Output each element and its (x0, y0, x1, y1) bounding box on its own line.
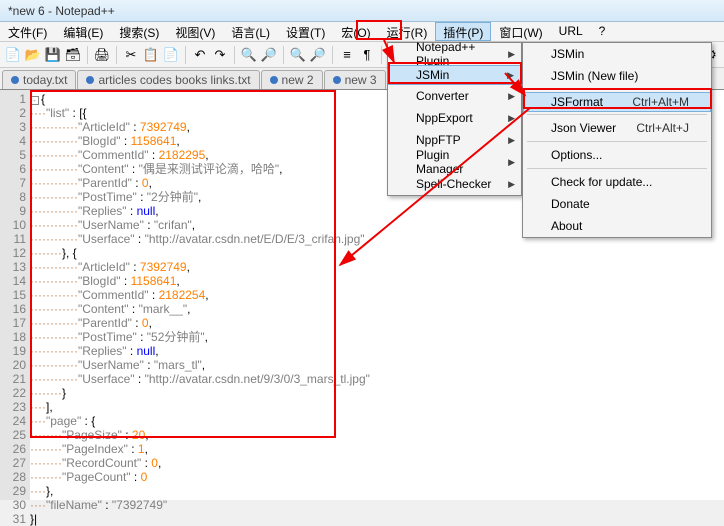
copy-icon[interactable]: 📋 (142, 46, 160, 64)
tab-status-icon (86, 76, 94, 84)
label: Check for update... (551, 175, 652, 189)
find-icon[interactable]: 🔍 (240, 46, 258, 64)
label: Converter (416, 89, 469, 103)
menu-donate[interactable]: Donate (523, 193, 711, 215)
menu-options[interactable]: Options... (523, 144, 711, 166)
redo-icon[interactable]: ↷ (211, 46, 229, 64)
label: About (551, 219, 582, 233)
label: JSMin (New file) (551, 69, 638, 83)
open-file-icon[interactable]: 📂 (24, 46, 42, 64)
menu-search[interactable]: 搜索(S) (111, 22, 167, 41)
menu-window[interactable]: 窗口(W) (491, 22, 550, 41)
menu-jsmin-cmd[interactable]: JSMin (523, 43, 711, 65)
menu-edit[interactable]: 编辑(E) (55, 22, 111, 41)
menu-npp-plugin[interactable]: Notepad++ Plugin ▶ (388, 43, 521, 65)
label: NppExport (416, 111, 473, 125)
menu-bar: 文件(F) 编辑(E) 搜索(S) 视图(V) 语言(L) 设置(T) 宏(O)… (0, 22, 724, 42)
paste-icon[interactable]: 📄 (162, 46, 180, 64)
separator (527, 168, 707, 169)
label: Json Viewer (551, 121, 616, 135)
new-file-icon[interactable]: 📄 (4, 46, 22, 64)
menu-view[interactable]: 视图(V) (167, 22, 223, 41)
menu-macro[interactable]: 宏(O) (333, 22, 378, 41)
menu-lang[interactable]: 语言(L) (223, 22, 278, 41)
tab-label: today.txt (23, 73, 67, 87)
shortcut: Ctrl+Alt+J (616, 121, 689, 135)
separator (527, 141, 707, 142)
label: JSFormat (551, 95, 603, 109)
tab-today[interactable]: today.txt (2, 70, 76, 89)
showall-icon[interactable]: ¶ (358, 46, 376, 64)
window-title: *new 6 - Notepad++ (0, 0, 724, 22)
label: NppFTP (416, 133, 461, 147)
wordwrap-icon[interactable]: ≡ (338, 46, 356, 64)
tab-status-icon (270, 76, 278, 84)
chevron-right-icon: ▶ (508, 157, 515, 168)
menu-converter[interactable]: Converter ▶ (388, 85, 521, 107)
menu-jsmin[interactable]: JSMin ▶ (388, 65, 521, 85)
separator (527, 114, 707, 115)
menu-nppexport[interactable]: NppExport ▶ (388, 107, 521, 129)
tab-new3[interactable]: new 3 (324, 70, 386, 89)
tab-label: new 3 (345, 73, 377, 87)
plugins-submenu: Notepad++ Plugin ▶ JSMin ▶ Converter ▶ NppE… (387, 42, 522, 196)
chevron-right-icon: ▶ (508, 135, 515, 146)
menu-url[interactable]: URL (551, 22, 591, 41)
menu-about[interactable]: About (523, 215, 711, 237)
separator (527, 89, 707, 90)
menu-settings[interactable]: 设置(T) (278, 22, 333, 41)
label: Notepad++ Plugin (416, 40, 499, 68)
tab-status-icon (11, 76, 19, 84)
zoom-out-icon[interactable]: 🔎 (309, 46, 327, 64)
tab-articles[interactable]: articles codes books links.txt (77, 70, 259, 89)
menu-help[interactable]: ? (591, 22, 614, 41)
line-gutter: 1234567891011121314151617181920212223242… (0, 90, 30, 500)
tab-status-icon (333, 76, 341, 84)
jsmin-submenu: JSMin JSMin (New file) JSFormat Ctrl+Alt+… (522, 42, 712, 238)
label: Options... (551, 148, 602, 162)
chevron-right-icon: ▶ (508, 91, 515, 102)
menu-run[interactable]: 运行(R) (379, 22, 436, 41)
menu-spellchecker[interactable]: Spell-Checker ▶ (388, 173, 521, 195)
cut-icon[interactable]: ✂ (122, 46, 140, 64)
tab-label: new 2 (282, 73, 314, 87)
chevron-right-icon: ▶ (507, 70, 514, 81)
replace-icon[interactable]: 🔎 (260, 46, 278, 64)
menu-json-viewer[interactable]: Json ViewerCtrl+Alt+J (523, 117, 711, 139)
menu-plugins[interactable]: 插件(P) (435, 22, 491, 41)
tab-label: articles codes books links.txt (98, 73, 250, 87)
zoom-in-icon[interactable]: 🔍 (289, 46, 307, 64)
menu-plugin-manager[interactable]: Plugin Manager ▶ (388, 151, 521, 173)
save-icon[interactable]: 💾 (44, 46, 62, 64)
label: Donate (551, 197, 590, 211)
label: JSMin (416, 68, 449, 82)
menu-file[interactable]: 文件(F) (0, 22, 55, 41)
menu-jsmin-new[interactable]: JSMin (New file) (523, 65, 711, 87)
label: Plugin Manager (416, 148, 499, 176)
chevron-right-icon: ▶ (508, 113, 515, 124)
undo-icon[interactable]: ↶ (191, 46, 209, 64)
menu-jsformat[interactable]: JSFormat Ctrl+Alt+M (523, 92, 711, 112)
save-all-icon[interactable]: 🗃 (64, 46, 82, 64)
chevron-right-icon: ▶ (508, 179, 515, 190)
label: Spell-Checker (416, 177, 491, 191)
label: JSMin (551, 47, 584, 61)
chevron-right-icon: ▶ (508, 49, 515, 60)
shortcut: Ctrl+Alt+M (612, 95, 689, 109)
menu-check-update[interactable]: Check for update... (523, 171, 711, 193)
print-icon[interactable]: 🖨 (93, 46, 111, 64)
tab-new2[interactable]: new 2 (261, 70, 323, 89)
